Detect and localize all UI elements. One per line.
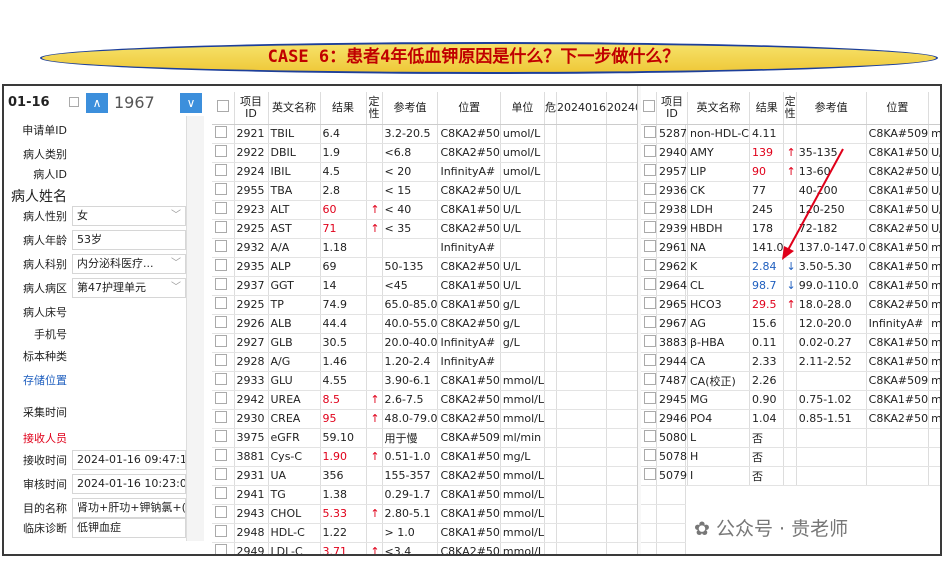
- wechat-icon: ✿: [694, 518, 716, 540]
- lis-window: 01-16 ∧ 1967 ∨ 申请单ID 病人类别 病人ID 病人姓名 病人性别女 ﹀ 病人…: [2, 84, 942, 556]
- watermark-text: 公众号 · 贵老师: [715, 518, 849, 540]
- annotation-arrow: [782, 148, 844, 260]
- watermark: ✿ 公众号 · 贵老师: [694, 514, 848, 541]
- banner-title: CASE 6：患者4年低血钾原因是什么？下一步做什么？: [267, 47, 680, 67]
